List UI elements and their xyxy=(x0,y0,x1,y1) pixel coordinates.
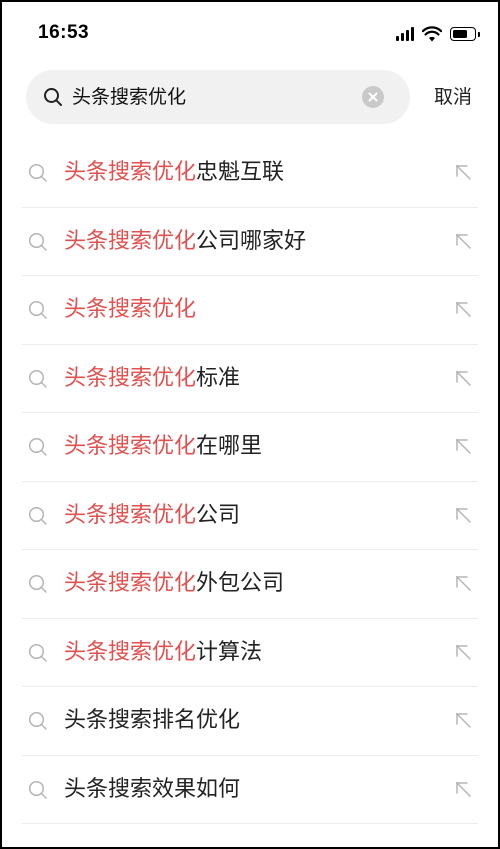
search-icon xyxy=(28,780,47,799)
suggestion-item[interactable]: 头条搜索优化忠魁互联 xyxy=(22,139,478,208)
suggestion-text: 头条搜索效果如何 xyxy=(64,756,240,824)
search-header: 头条搜索优化 取消 xyxy=(2,70,498,124)
search-icon xyxy=(28,574,47,593)
suggestion-list: 头条搜索优化忠魁互联 头条搜索优化公司哪家好 头条搜索优化 头条搜索优化标准 头… xyxy=(2,139,498,824)
arrow-up-left-icon[interactable] xyxy=(454,574,472,592)
suggestion-item[interactable]: 头条搜索效果如何 xyxy=(22,756,478,824)
search-icon xyxy=(28,300,47,319)
arrow-up-left-icon[interactable] xyxy=(454,163,472,181)
search-icon xyxy=(28,369,47,388)
arrow-up-left-icon[interactable] xyxy=(454,300,472,318)
suggestion-rest: 头条搜索排名优化 xyxy=(64,708,241,733)
suggestion-text: 头条搜索优化 xyxy=(64,276,196,344)
arrow-up-left-icon[interactable] xyxy=(454,711,472,729)
status-icons xyxy=(396,24,480,44)
suggestion-highlight: 头条搜索优化 xyxy=(64,228,197,254)
arrow-up-left-icon[interactable] xyxy=(454,232,472,250)
wifi-icon xyxy=(422,26,442,42)
suggestion-highlight: 头条搜索优化 xyxy=(64,571,197,596)
suggestion-rest: 公司 xyxy=(196,502,241,528)
suggestion-item[interactable]: 头条搜索优化外包公司 xyxy=(22,550,478,619)
search-box[interactable]: 头条搜索优化 xyxy=(26,70,410,124)
suggestion-rest: 头条搜索效果如何 xyxy=(64,776,241,802)
suggestion-text: 头条搜索优化在哪里 xyxy=(64,413,262,481)
suggestion-item[interactable]: 头条搜索排名优化 xyxy=(22,687,478,756)
suggestion-highlight: 头条搜索优化 xyxy=(64,365,197,391)
status-time: 16:53 xyxy=(38,22,90,43)
suggestion-rest: 公司哪家好 xyxy=(196,228,307,254)
clear-icon[interactable] xyxy=(362,86,384,108)
search-icon xyxy=(28,232,47,251)
cellular-signal-icon xyxy=(396,27,414,41)
search-icon xyxy=(44,88,62,106)
arrow-up-left-icon[interactable] xyxy=(454,780,472,798)
status-bar: 16:53 xyxy=(2,2,498,64)
suggestion-item[interactable]: 头条搜索优化计算法 xyxy=(22,619,478,687)
suggestion-item[interactable]: 头条搜索优化 xyxy=(22,276,478,345)
search-icon xyxy=(28,437,47,456)
suggestion-highlight: 头条搜索优化 xyxy=(64,297,197,322)
suggestion-text: 头条搜索优化忠魁互联 xyxy=(64,139,284,207)
suggestion-text: 头条搜索优化标准 xyxy=(64,345,240,413)
suggestion-rest: 在哪里 xyxy=(196,434,263,459)
suggestion-text: 头条搜索优化外包公司 xyxy=(64,550,284,618)
suggestion-highlight: 头条搜索优化 xyxy=(64,434,197,459)
suggestion-text: 头条搜索优化公司 xyxy=(64,482,240,550)
phone-screen: 16:53 头条搜索优化 取消 头条搜索优化忠魁互联 头条搜索优化公司哪家好 头… xyxy=(0,0,500,849)
suggestion-item[interactable]: 头条搜索优化公司哪家好 xyxy=(22,208,478,276)
suggestion-text: 头条搜索优化公司哪家好 xyxy=(64,208,306,276)
suggestion-highlight: 头条搜索优化 xyxy=(64,160,197,185)
suggestion-item[interactable]: 头条搜索优化公司 xyxy=(22,482,478,550)
search-input[interactable]: 头条搜索优化 xyxy=(72,70,186,124)
arrow-up-left-icon[interactable] xyxy=(454,506,472,524)
arrow-up-left-icon[interactable] xyxy=(454,643,472,661)
arrow-up-left-icon[interactable] xyxy=(454,437,472,455)
suggestion-highlight: 头条搜索优化 xyxy=(64,502,197,528)
search-icon xyxy=(28,643,47,662)
suggestion-rest: 忠魁互联 xyxy=(196,160,285,185)
battery-icon xyxy=(450,27,480,41)
suggestion-item[interactable]: 头条搜索优化在哪里 xyxy=(22,413,478,482)
cancel-button[interactable]: 取消 xyxy=(434,70,472,124)
suggestion-rest: 外包公司 xyxy=(196,571,285,596)
search-icon xyxy=(28,506,47,525)
suggestion-highlight: 头条搜索优化 xyxy=(64,639,197,665)
search-icon xyxy=(28,163,47,182)
suggestion-rest: 计算法 xyxy=(196,639,263,665)
suggestion-rest: 标准 xyxy=(196,365,241,391)
suggestion-text: 头条搜索排名优化 xyxy=(64,687,240,755)
arrow-up-left-icon[interactable] xyxy=(454,369,472,387)
suggestion-item[interactable]: 头条搜索优化标准 xyxy=(22,345,478,413)
search-icon xyxy=(28,711,47,730)
suggestion-text: 头条搜索优化计算法 xyxy=(64,619,262,687)
